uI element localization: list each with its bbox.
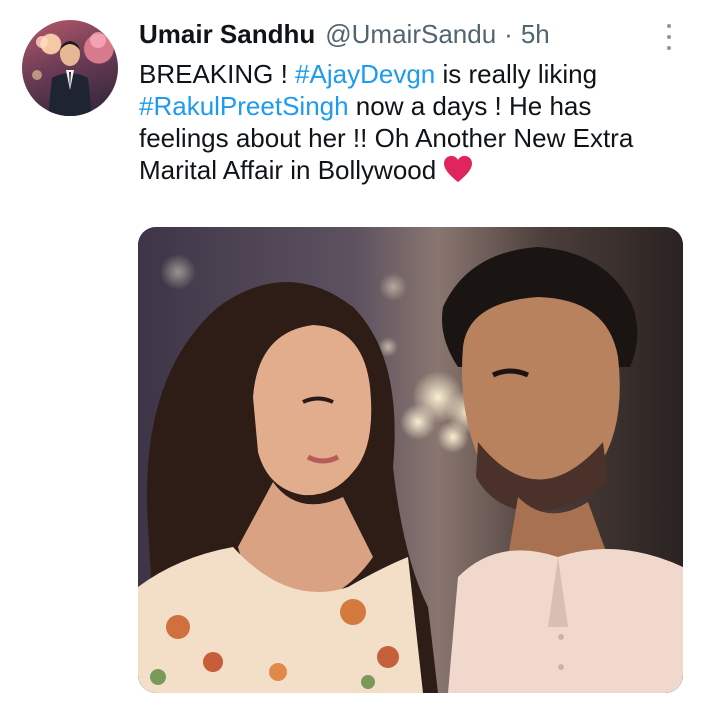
tweet-text-part: BREAKING ! [139, 59, 296, 89]
tweet-header: Umair Sandhu @UmairSandu · 5h [139, 17, 678, 51]
hashtag-ajaydevgn[interactable]: #AjayDevgn [295, 59, 435, 89]
author-handle[interactable]: @UmairSandu [325, 19, 496, 50]
author-avatar[interactable] [22, 20, 118, 116]
heart-icon [444, 155, 473, 183]
avatar-person-illustration [32, 32, 106, 116]
photo-illustration [138, 227, 683, 693]
separator-dot: · [504, 18, 513, 49]
tweet-text-part: is really liking [435, 59, 598, 89]
tweet-media-image[interactable] [138, 227, 683, 693]
tweet-timestamp[interactable]: 5h [521, 19, 550, 50]
more-vertical-icon[interactable] [660, 24, 678, 50]
author-name[interactable]: Umair Sandhu [139, 19, 315, 50]
hashtag-rakulpreetsingh[interactable]: #RakulPreetSingh [139, 91, 349, 121]
tweet-text: BREAKING ! #AjayDevgn is really liking #… [139, 58, 684, 186]
